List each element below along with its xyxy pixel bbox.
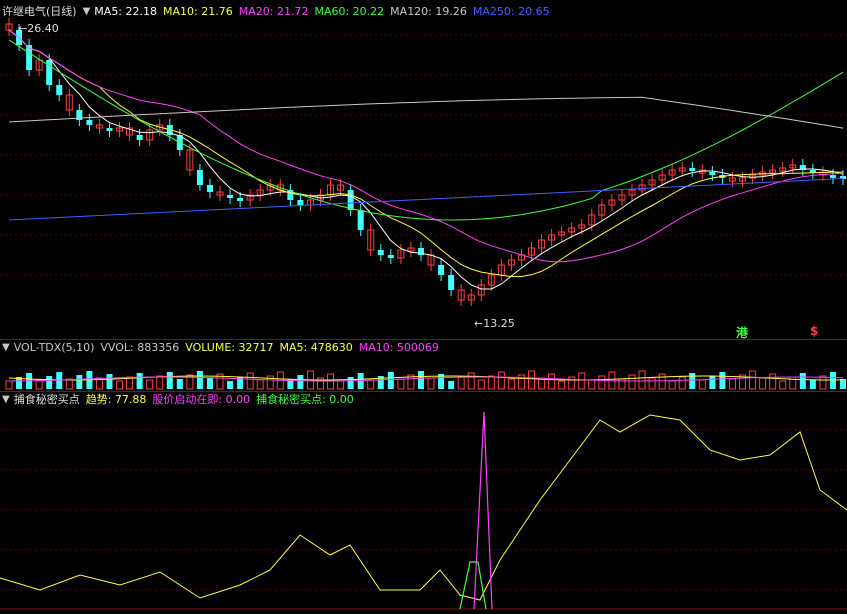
volume-bar-68 [689,373,696,389]
ma120-line [8,96,844,129]
candle-body-68 [689,168,696,171]
volume-bar-42 [427,377,435,390]
volume-bar-77 [779,380,787,390]
volume-bar-25 [256,379,264,390]
volume-bar-71 [719,372,726,389]
volume-bar-54 [548,373,556,390]
volume-bar-7 [76,375,83,389]
buy-signal-line [459,561,487,610]
volume-bar-0 [5,380,13,390]
volume-bar-39 [397,378,405,390]
volume-bar-75 [759,377,767,390]
volume-bar-49 [497,371,505,390]
candle-body-70 [709,172,716,175]
volume-bar-38 [387,372,394,389]
volume-bar-34 [347,377,354,389]
volume-ma10-line [9,376,844,382]
volume-bar-70 [709,376,716,389]
volume-bar-58 [588,379,596,390]
volume-bar-29 [297,375,304,389]
volume-bar-52 [528,370,536,390]
volume-bar-44 [448,381,455,389]
volume-bar-33 [337,380,345,390]
volume-bar-19 [196,371,203,389]
volume-bar-56 [568,376,576,390]
volume-bar-69 [698,379,706,390]
candle-body-20 [206,185,213,192]
ma60-line [8,39,844,221]
volume-bar-48 [487,375,495,390]
volume-bar-72 [728,378,736,390]
volume-bar-81 [819,375,827,390]
volume-bar-55 [558,380,566,390]
volume-bar-32 [327,373,335,390]
volume-bar-41 [417,371,424,389]
volume-bar-11 [116,380,124,390]
volume-bar-82 [829,372,836,389]
volume-bar-79 [799,373,806,389]
dollar-tag[interactable]: $ [810,324,818,338]
candle-body-44 [448,275,455,290]
candle-body-19 [196,170,203,185]
volume-bar-16 [166,372,173,389]
candle-body-34 [347,190,354,210]
volume-bar-14 [146,379,154,390]
candle-body-35 [357,210,364,230]
volume-bar-66 [668,380,676,390]
volume-bar-45 [457,376,465,390]
volume-bar-64 [648,377,656,390]
volume-bar-57 [578,372,586,390]
ma10-line [8,29,843,277]
volume-bar-15 [156,375,164,390]
volume-bar-10 [106,374,113,389]
candle-body-8 [86,120,93,125]
volume-bar-13 [136,373,143,389]
ma20-line [8,29,844,263]
volume-bar-62 [628,374,636,390]
volume-bar-76 [769,373,777,390]
candle-body-38 [387,255,394,258]
candle-body-5 [56,85,63,95]
volume-bar-59 [598,375,606,390]
volume-bar-67 [678,376,686,390]
ma250-line [8,178,844,221]
candle-body-37 [377,250,384,255]
volume-bar-20 [206,378,213,389]
hk-connect-tag[interactable]: 港 [736,324,748,341]
candle-body-23 [237,198,244,201]
volume-bar-17 [176,379,183,389]
volume-bar-83 [840,379,846,389]
trend-line [0,414,847,601]
volume-bar-47 [477,379,485,390]
candle-body-29 [297,200,304,205]
candle-body-82 [829,175,836,178]
high-price-label: ←26.40 [18,22,59,35]
volume-bar-22 [227,381,234,389]
volume-bar-24 [246,372,254,390]
volume-bar-74 [749,370,757,390]
volume-bar-80 [809,380,816,389]
candle-body-13 [136,135,143,140]
volume-bar-6 [65,378,73,390]
candle-body-43 [438,265,445,275]
volume-bar-50 [507,378,515,390]
volume-bar-65 [658,373,666,390]
volume-bar-36 [367,379,375,390]
volume-bar-3 [35,379,43,390]
candle-body-10 [106,128,113,131]
ma5-line [8,29,844,290]
volume-bar-46 [467,372,475,390]
low-price-label: ←13.25 [474,317,515,330]
volume-bar-63 [638,370,646,390]
candle-body-22 [227,195,234,198]
candlestick-chart[interactable] [0,0,847,614]
volume-bar-4 [46,376,53,389]
